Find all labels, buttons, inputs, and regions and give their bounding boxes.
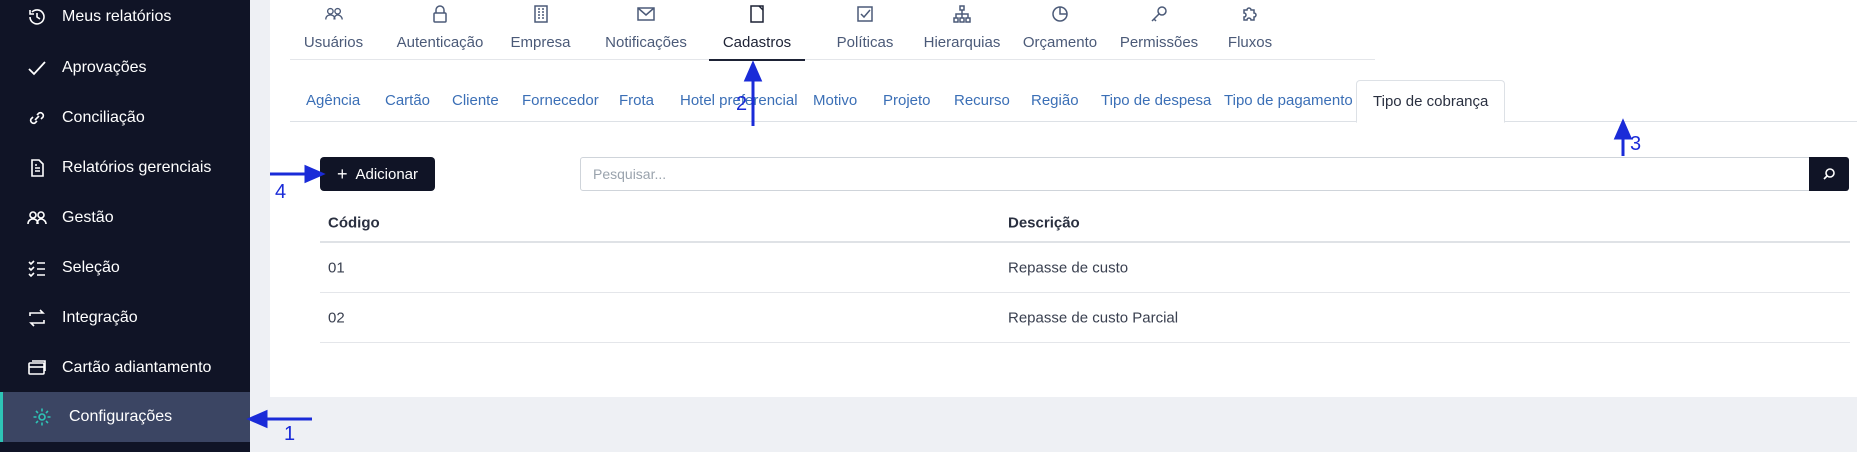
cell-codigo: 01	[328, 259, 345, 276]
tab-label: Notificações	[605, 34, 687, 51]
subtab-cliente[interactable]: Cliente	[436, 80, 515, 122]
subtab-projeto[interactable]: Projeto	[867, 80, 947, 122]
subtab-tipo-de-pagamento[interactable]: Tipo de pagamento	[1208, 80, 1369, 122]
sidebar-item-label: Conciliação	[62, 109, 145, 126]
sidebar: Meus relatórios Aprovações Conciliação R…	[0, 0, 250, 452]
annotation-number-1: 1	[284, 423, 296, 445]
plus-icon: +	[336, 164, 348, 184]
subtab-agencia[interactable]: Agência	[290, 80, 376, 122]
search-input[interactable]	[580, 157, 1810, 191]
sidebar-item-selecao[interactable]: Seleção	[0, 243, 250, 293]
tab-orcamento[interactable]: Orçamento	[1016, 0, 1104, 60]
check-icon	[26, 57, 48, 79]
cell-codigo: 02	[328, 309, 345, 326]
sidebar-item-label: Configurações	[69, 408, 173, 425]
main-panel: Usuários Autenticação Empresa Notificaçõ…	[270, 0, 1857, 397]
checklist-icon	[26, 257, 48, 279]
sync-icon	[26, 307, 48, 329]
tab-label: Autenticação	[396, 34, 484, 51]
annotation-number-3: 3	[1630, 133, 1642, 155]
tab-hierarquias[interactable]: Hierarquias	[917, 0, 1007, 60]
note-icon	[750, 5, 764, 23]
sidebar-item-aprovacoes[interactable]: Aprovações	[0, 43, 250, 93]
tab-cadastros[interactable]: Cadastros	[709, 0, 805, 61]
module-tabs: Usuários Autenticação Empresa Notificaçõ…	[290, 0, 1375, 61]
sidebar-item-gestao[interactable]: Gestão	[0, 193, 250, 243]
card-icon	[26, 357, 48, 379]
tab-label: Políticas	[836, 34, 894, 51]
subtab-tipo-de-cobranca[interactable]: Tipo de cobrança	[1356, 80, 1506, 123]
search-icon	[1823, 168, 1835, 180]
tab-label: Fluxos	[1227, 34, 1273, 51]
tab-permissoes[interactable]: Permissões	[1112, 0, 1206, 60]
sidebar-item-label: Integração	[62, 309, 138, 326]
sidebar-item-label: Gestão	[62, 209, 114, 226]
pie-chart-icon	[1052, 6, 1068, 22]
tab-politicas[interactable]: Políticas	[820, 0, 910, 60]
sidebar-item-meus-relatorios[interactable]: Meus relatórios	[0, 0, 250, 42]
users-icon	[324, 7, 343, 20]
tab-notificacoes[interactable]: Notificações	[590, 0, 702, 60]
subtab-cartao[interactable]: Cartão	[369, 80, 446, 122]
link-icon	[26, 107, 48, 129]
tab-usuarios[interactable]: Usuários	[290, 0, 377, 60]
annotation-number-4: 4	[275, 181, 287, 203]
table-row[interactable]: 01 Repasse de custo	[320, 243, 1850, 293]
sidebar-item-label: Seleção	[62, 259, 120, 276]
search-button[interactable]	[1809, 157, 1849, 191]
column-header-codigo[interactable]: Código	[328, 215, 380, 232]
sidebar-item-conciliacao[interactable]: Conciliação	[0, 93, 250, 143]
tab-autenticacao[interactable]: Autenticação	[390, 0, 490, 60]
sidebar-item-label: Relatórios gerenciais	[62, 159, 212, 176]
lock-icon	[433, 5, 447, 23]
add-button[interactable]: + Adicionar	[320, 157, 435, 191]
cell-descricao: Repasse de custo	[1008, 259, 1129, 276]
subtabs: Agência Cartão Cliente Fornecedor Frota …	[290, 80, 1857, 123]
tab-label: Usuários	[303, 34, 364, 51]
subtab-fornecedor[interactable]: Fornecedor	[506, 80, 615, 122]
subtab-motivo[interactable]: Motivo	[797, 80, 873, 122]
tab-label: Permissões	[1119, 34, 1199, 51]
sidebar-item-label: Aprovações	[62, 59, 147, 76]
table-row[interactable]: 02 Repasse de custo Parcial	[320, 293, 1850, 343]
sidebar-item-label: Cartão adiantamento	[62, 359, 212, 376]
sidebar-item-cartao-adiantamento[interactable]: Cartão adiantamento	[0, 343, 250, 393]
mail-icon	[637, 7, 655, 21]
hierarchy-icon	[953, 5, 971, 23]
cell-descricao: Repasse de custo Parcial	[1008, 309, 1179, 326]
sidebar-item-configuracoes[interactable]: Configurações	[0, 392, 250, 442]
building-icon	[533, 5, 548, 23]
annotation-number-2: 2	[736, 93, 748, 115]
tab-label: Empresa	[510, 34, 571, 51]
subtab-tipo-de-despesa[interactable]: Tipo de despesa	[1085, 80, 1227, 122]
tab-label: Cadastros	[722, 34, 792, 51]
puzzle-icon	[1243, 7, 1257, 21]
subtab-regiao[interactable]: Região	[1015, 80, 1095, 122]
sidebar-item-label: Meus relatórios	[62, 8, 172, 25]
checkbox-icon	[857, 6, 873, 22]
document-icon	[26, 157, 48, 179]
data-table: Código Descrição 01 Repasse de custo 02 …	[320, 205, 1850, 343]
sidebar-item-relatorios-gerenciais[interactable]: Relatórios gerenciais	[0, 143, 250, 193]
add-button-label: Adicionar	[355, 165, 419, 183]
tab-fluxos[interactable]: Fluxos	[1215, 0, 1285, 60]
subtab-recurso[interactable]: Recurso	[938, 80, 1026, 122]
tab-empresa[interactable]: Empresa	[503, 0, 578, 60]
sidebar-item-integracao[interactable]: Integração	[0, 293, 250, 343]
tab-label: Orçamento	[1022, 34, 1098, 51]
column-header-descricao[interactable]: Descrição	[1008, 215, 1080, 232]
subtab-frota[interactable]: Frota	[603, 80, 670, 122]
gear-icon	[31, 406, 53, 428]
table-header: Código Descrição	[320, 205, 1850, 243]
key-icon	[1151, 6, 1167, 22]
users-icon	[26, 207, 48, 229]
tab-label: Hierarquias	[923, 34, 1001, 51]
history-icon	[26, 6, 48, 28]
